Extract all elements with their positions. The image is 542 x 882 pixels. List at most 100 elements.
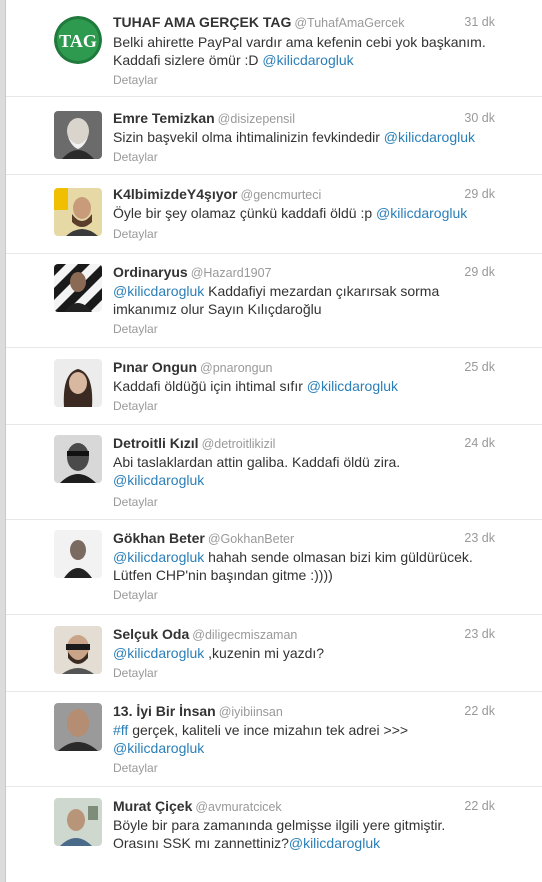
tweet[interactable]: Ordinaryus @Hazard1907 29 dk @kilicdarogl… bbox=[6, 254, 542, 348]
tweet-text-line: imkanımız olur Sayın Kılıçdaroğlu bbox=[113, 300, 523, 318]
avatar[interactable] bbox=[54, 359, 102, 407]
avatar[interactable] bbox=[54, 111, 102, 159]
tweet[interactable]: Murat Çiçek @avmuratcicek 22 dk Böyle bir… bbox=[6, 787, 542, 882]
hashtag-link[interactable]: #ff bbox=[113, 722, 128, 738]
details-link[interactable]: Detaylar bbox=[113, 150, 158, 164]
tweet-text-segment: Lütfen CHP'nin başından gitme :)))) bbox=[113, 567, 333, 583]
tweet-text: @kilicdarogluk hahah sende olmasan bizi … bbox=[113, 548, 523, 584]
tweet-text-line: Sizin başvekil olma ihtimalinizin fevkin… bbox=[113, 128, 523, 146]
tweet-timestamp[interactable]: 25 dk bbox=[464, 360, 495, 374]
tweet-username[interactable]: @iyibiinsan bbox=[219, 705, 283, 719]
tweet-fullname[interactable]: Ordinaryus bbox=[113, 264, 188, 280]
details-link[interactable]: Detaylar bbox=[113, 666, 158, 680]
mention-link[interactable]: @kilicdarogluk bbox=[307, 378, 398, 394]
tweet-username[interactable]: @GokhanBeter bbox=[208, 532, 294, 546]
tweet[interactable]: TAG TUHAF AMA GERÇEK TAG @TuhafAmaGercek … bbox=[6, 0, 542, 97]
tweet-username[interactable]: @TuhafAmaGercek bbox=[294, 16, 404, 30]
tweet-timestamp[interactable]: 23 dk bbox=[464, 531, 495, 545]
tweet-fullname[interactable]: 13. İyi Bir İnsan bbox=[113, 703, 216, 719]
tweet-timestamp[interactable]: 29 dk bbox=[464, 187, 495, 201]
tweet-text-line: @kilicdarogluk Kaddafiyi mezardan çıkarı… bbox=[113, 282, 523, 300]
tweet-fullname[interactable]: Gökhan Beter bbox=[113, 530, 205, 546]
tweet-text-line: @kilicdarogluk bbox=[113, 739, 523, 757]
avatar-photo-icon bbox=[54, 798, 102, 846]
avatar[interactable] bbox=[54, 435, 102, 483]
tweet-text-line: Böyle bir para zamanında gelmişse ilgili… bbox=[113, 816, 523, 834]
tweet-text-segment: Belki ahirette PayPal vardır ama kefenin… bbox=[113, 34, 486, 50]
tweet-text-line: @kilicdarogluk bbox=[113, 471, 523, 489]
tweet-fullname[interactable]: TUHAF AMA GERÇEK TAG bbox=[113, 14, 291, 30]
tweet-timestamp[interactable]: 29 dk bbox=[464, 265, 495, 279]
tweet-fullname[interactable]: K4lbimizdeY4şıyor bbox=[113, 186, 238, 202]
tweet-timestamp[interactable]: 24 dk bbox=[464, 436, 495, 450]
tweet-username[interactable]: @avmuratcicek bbox=[195, 800, 281, 814]
tweet-username[interactable]: @pnarongun bbox=[200, 361, 272, 375]
tweet-fullname[interactable]: Murat Çiçek bbox=[113, 798, 192, 814]
tweet-fullname[interactable]: Detroitli Kızıl bbox=[113, 435, 199, 451]
tweet-text: Öyle bir şey olamaz çünkü kaddafi öldü :… bbox=[113, 204, 523, 222]
avatar[interactable] bbox=[54, 188, 102, 236]
avatar[interactable] bbox=[54, 626, 102, 674]
details-link[interactable]: Detaylar bbox=[113, 399, 158, 413]
tweet-fullname[interactable]: Pınar Ongun bbox=[113, 359, 197, 375]
tweet[interactable]: Emre Temizkan @disizepensil 30 dk Sizin b… bbox=[6, 97, 542, 175]
tweet-username[interactable]: @gencmurteci bbox=[241, 188, 322, 202]
avatar[interactable] bbox=[54, 798, 102, 846]
tweet-fullname[interactable]: Emre Temizkan bbox=[113, 110, 215, 126]
mention-link[interactable]: @kilicdarogluk bbox=[113, 740, 204, 756]
tweet-text: #ff gerçek, kaliteli ve ince mizahın tek… bbox=[113, 721, 523, 757]
tweet-timestamp[interactable]: 31 dk bbox=[464, 15, 495, 29]
tweet-text-segment: hahah sende olmasan bizi kim güldürücek. bbox=[204, 549, 473, 565]
tweet-text: Kaddafi öldüğü için ihtimal sıfır @kilic… bbox=[113, 377, 523, 395]
details-link[interactable]: Detaylar bbox=[113, 588, 158, 602]
tweet-text: Abi taslaklardan attin galiba. Kaddafi ö… bbox=[113, 453, 523, 489]
avatar[interactable] bbox=[54, 530, 102, 578]
tweet[interactable]: K4lbimizdeY4şıyor @gencmurteci 29 dk Öyle… bbox=[6, 175, 542, 254]
tweet-fullname[interactable]: Selçuk Oda bbox=[113, 626, 189, 642]
tweet-text-line: Öyle bir şey olamaz çünkü kaddafi öldü :… bbox=[113, 204, 523, 222]
mention-link[interactable]: @kilicdarogluk bbox=[384, 129, 475, 145]
tweet[interactable]: Selçuk Oda @diligecmiszaman 23 dk @kilicd… bbox=[6, 615, 542, 692]
mention-link[interactable]: @kilicdarogluk bbox=[113, 549, 204, 565]
tweet[interactable]: Detroitli Kızıl @detroitlikizil 24 dk Abi… bbox=[6, 425, 542, 520]
details-link[interactable]: Detaylar bbox=[113, 227, 158, 241]
tweet-header: Gökhan Beter @GokhanBeter 23 dk bbox=[113, 530, 495, 548]
tweet-text: @kilicdarogluk Kaddafiyi mezardan çıkarı… bbox=[113, 282, 523, 318]
tweet[interactable]: 13. İyi Bir İnsan @iyibiinsan 22 dk #ff g… bbox=[6, 692, 542, 787]
tweet-header: 13. İyi Bir İnsan @iyibiinsan 22 dk bbox=[113, 703, 495, 721]
tweet-text-line: @kilicdarogluk ,kuzenin mi yazdı? bbox=[113, 644, 523, 662]
tweet-timestamp[interactable]: 22 dk bbox=[464, 799, 495, 813]
avatar-tag[interactable]: TAG bbox=[54, 16, 102, 64]
details-link[interactable]: Detaylar bbox=[113, 322, 158, 336]
avatar[interactable] bbox=[54, 264, 102, 312]
tweet-username[interactable]: @disizepensil bbox=[218, 112, 295, 126]
tag-logo-text: TAG bbox=[59, 31, 97, 51]
tweet[interactable]: Gökhan Beter @GokhanBeter 23 dk @kilicdar… bbox=[6, 520, 542, 615]
details-link[interactable]: Detaylar bbox=[113, 73, 158, 87]
tweet-text: Böyle bir para zamanında gelmişse ilgili… bbox=[113, 816, 523, 852]
mention-link[interactable]: @kilicdarogluk bbox=[289, 835, 380, 851]
tweet-text-segment: Abi taslaklardan attin galiba. Kaddafi ö… bbox=[113, 454, 401, 470]
tweet-username[interactable]: @Hazard1907 bbox=[191, 266, 272, 280]
tweet-header: TUHAF AMA GERÇEK TAG @TuhafAmaGercek 31 d… bbox=[113, 14, 495, 32]
tweet-timestamp[interactable]: 23 dk bbox=[464, 627, 495, 641]
tag-logo-icon: TAG bbox=[54, 16, 102, 64]
tweet-username[interactable]: @diligecmiszaman bbox=[192, 628, 297, 642]
tweet-timestamp[interactable]: 22 dk bbox=[464, 704, 495, 718]
tweet-timestamp[interactable]: 30 dk bbox=[464, 111, 495, 125]
avatar-photo-icon bbox=[54, 703, 102, 751]
avatar-photo-icon bbox=[54, 530, 102, 578]
tweet-username[interactable]: @detroitlikizil bbox=[202, 437, 276, 451]
avatar[interactable] bbox=[54, 703, 102, 751]
mention-link[interactable]: @kilicdarogluk bbox=[113, 283, 204, 299]
tweet-header: Ordinaryus @Hazard1907 29 dk bbox=[113, 264, 495, 282]
details-link[interactable]: Detaylar bbox=[113, 495, 158, 509]
tweet-timeline: TAG TUHAF AMA GERÇEK TAG @TuhafAmaGercek … bbox=[5, 0, 542, 882]
mention-link[interactable]: @kilicdarogluk bbox=[262, 52, 353, 68]
mention-link[interactable]: @kilicdarogluk bbox=[376, 205, 467, 221]
details-link[interactable]: Detaylar bbox=[113, 761, 158, 775]
mention-link[interactable]: @kilicdarogluk bbox=[113, 645, 204, 661]
tweet[interactable]: Pınar Ongun @pnarongun 25 dk Kaddafi öldü… bbox=[6, 348, 542, 425]
mention-link[interactable]: @kilicdarogluk bbox=[113, 472, 204, 488]
tweet-header: Murat Çiçek @avmuratcicek 22 dk bbox=[113, 798, 495, 816]
